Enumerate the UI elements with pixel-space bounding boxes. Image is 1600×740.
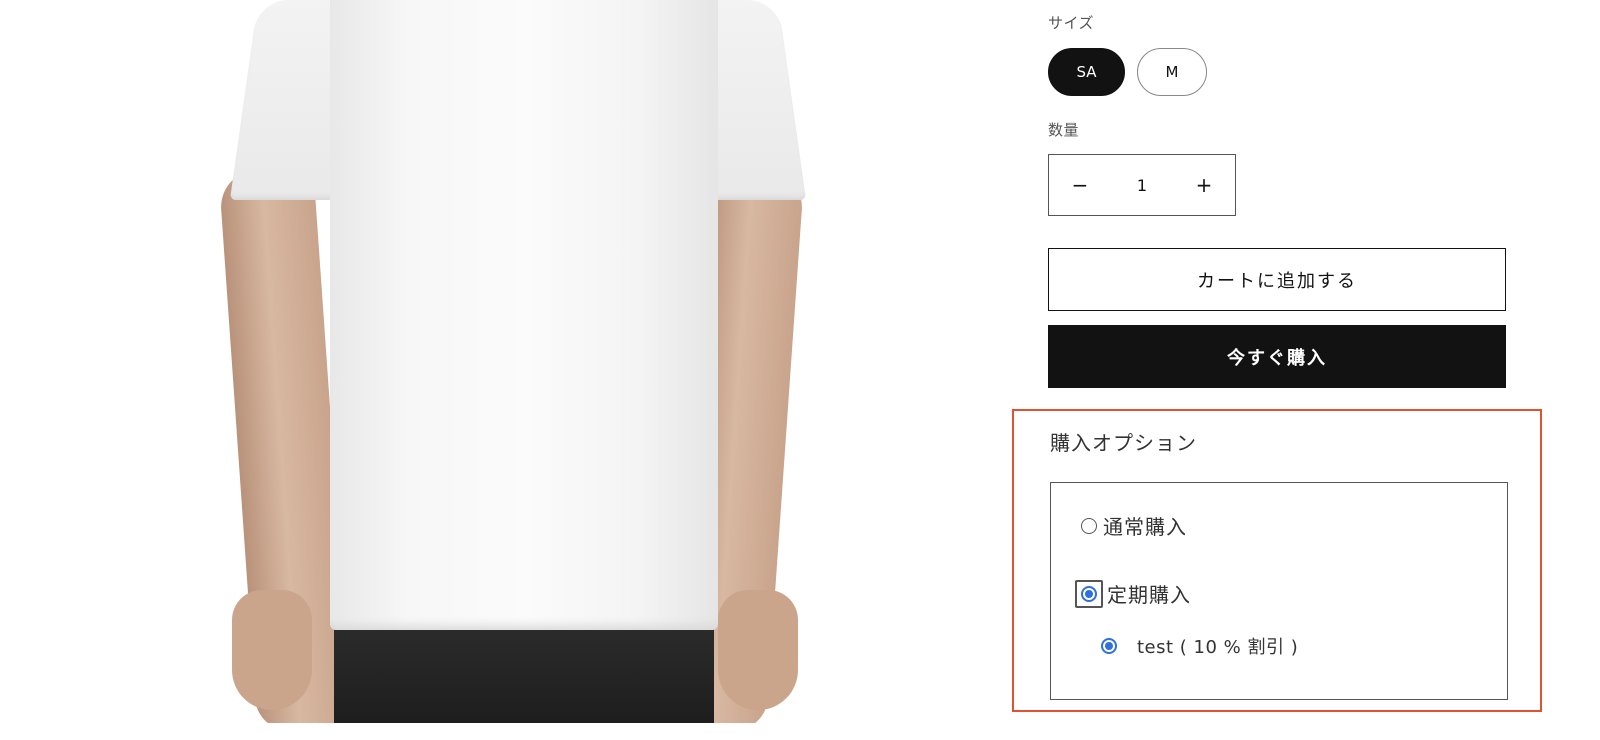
quantity-stepper: − 1 + bbox=[1048, 154, 1236, 216]
quantity-input[interactable]: 1 bbox=[1112, 176, 1172, 195]
purchase-options-title: 購入オプション bbox=[1050, 431, 1197, 455]
purchase-options-section: 購入オプション 通常購入 定期購入 test ( 10 % 割引 ) bbox=[1012, 409, 1542, 712]
quantity-decrease-button[interactable]: − bbox=[1049, 155, 1111, 215]
subscription-radio[interactable] bbox=[1081, 585, 1097, 602]
size-option-sa[interactable]: SA bbox=[1048, 48, 1125, 96]
quantity-increase-button[interactable]: + bbox=[1173, 155, 1235, 215]
right-hand bbox=[718, 590, 798, 710]
tshirt-body bbox=[330, 0, 718, 630]
plan-label: test ( 10 % 割引 ) bbox=[1137, 637, 1299, 658]
buy-now-button[interactable]: 今すぐ購入 bbox=[1048, 325, 1506, 388]
subscription-label: 定期購入 bbox=[1107, 583, 1191, 607]
size-option-m[interactable]: M bbox=[1137, 48, 1207, 96]
size-label: サイズ bbox=[1048, 14, 1095, 32]
one-time-purchase-option[interactable]: 通常購入 bbox=[1081, 511, 1187, 540]
subscription-radio-focus bbox=[1075, 579, 1103, 608]
subscription-plan-option[interactable]: test ( 10 % 割引 ) bbox=[1101, 633, 1298, 659]
tshirt-model-illustration bbox=[0, 0, 1000, 723]
product-image bbox=[0, 0, 1000, 723]
product-info: サイズ SA M 数量 − 1 + カートに追加する 今すぐ購入 購入オプション… bbox=[1012, 0, 1558, 740]
plan-radio[interactable] bbox=[1101, 638, 1117, 654]
subscription-option[interactable]: 定期購入 bbox=[1075, 579, 1191, 608]
add-to-cart-button[interactable]: カートに追加する bbox=[1048, 248, 1506, 311]
one-time-label: 通常購入 bbox=[1103, 515, 1187, 539]
jeans bbox=[334, 615, 714, 723]
left-hand bbox=[232, 590, 312, 710]
purchase-options-box: 通常購入 定期購入 test ( 10 % 割引 ) bbox=[1050, 482, 1508, 700]
quantity-label: 数量 bbox=[1048, 121, 1080, 139]
one-time-radio[interactable] bbox=[1081, 517, 1097, 534]
